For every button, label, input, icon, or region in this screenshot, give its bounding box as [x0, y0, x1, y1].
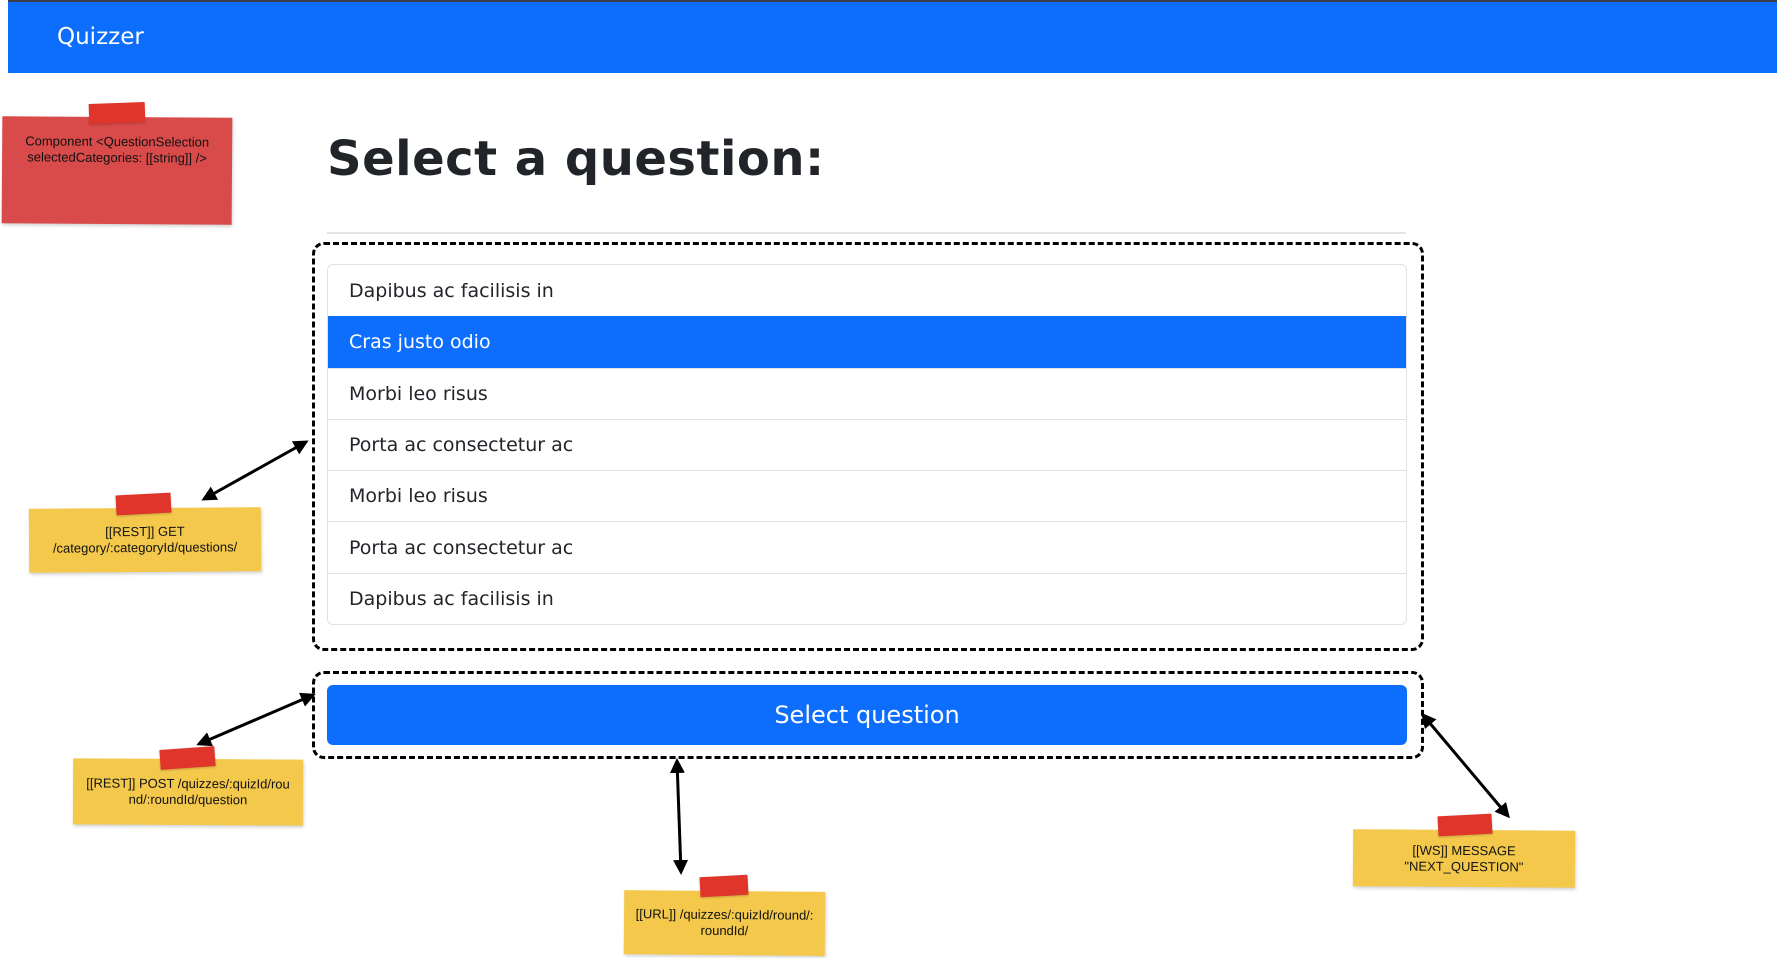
question-list: Dapibus ac facilisis in Cras justo odio …	[327, 264, 1407, 626]
select-question-button[interactable]: Select question	[327, 685, 1407, 745]
tape-icon	[699, 874, 749, 898]
tape-icon	[159, 746, 216, 770]
navbar: Quizzer	[8, 0, 1777, 73]
double-arrow-icon	[196, 692, 316, 747]
url-note: [[URL]] /quizzes/:quizId/round/:roundId/	[623, 890, 826, 956]
ws-note-text: [[WS]] MESSAGE "NEXT_QUESTION"	[1404, 842, 1524, 874]
question-item[interactable]: Dapibus ac facilisis in	[328, 572, 1406, 624]
question-item[interactable]: Dapibus ac facilisis in	[328, 265, 1406, 316]
question-item[interactable]: Morbi leo risus	[328, 367, 1406, 419]
rest-post-note-text: [[REST]] POST /quizzes/:quizId/round/:ro…	[86, 775, 290, 808]
page-title: Select a question:	[327, 131, 825, 187]
rest-get-note-text: [[REST]] GET /category/:categoryId/quest…	[52, 523, 238, 556]
title-divider	[327, 232, 1406, 234]
component-note-text: Component <QuestionSelection selectedCat…	[25, 132, 210, 166]
page: Quizzer Select a question: Dapibus ac fa…	[0, 0, 1777, 958]
tape-icon	[88, 102, 146, 124]
double-arrow-icon	[201, 440, 309, 501]
url-note-text: [[URL]] /quizzes/:quizId/round/:roundId/	[635, 906, 814, 939]
question-item[interactable]: Porta ac consectetur ac	[328, 418, 1406, 470]
question-item[interactable]: Morbi leo risus	[328, 470, 1406, 521]
question-item[interactable]: Cras justo odio	[328, 316, 1406, 368]
rest-get-note: [[REST]] GET /category/:categoryId/quest…	[28, 507, 262, 573]
tape-icon	[1437, 813, 1493, 837]
double-arrow-icon	[1421, 712, 1510, 819]
question-item[interactable]: Porta ac consectetur ac	[328, 521, 1406, 572]
component-note: Component <QuestionSelection selectedCat…	[1, 116, 233, 225]
rest-post-note: [[REST]] POST /quizzes/:quizId/round/:ro…	[72, 758, 304, 826]
brand-link[interactable]: Quizzer	[57, 24, 144, 50]
double-arrow-icon	[669, 758, 689, 875]
tape-icon	[115, 492, 172, 516]
ws-note: [[WS]] MESSAGE "NEXT_QUESTION"	[1352, 829, 1576, 888]
